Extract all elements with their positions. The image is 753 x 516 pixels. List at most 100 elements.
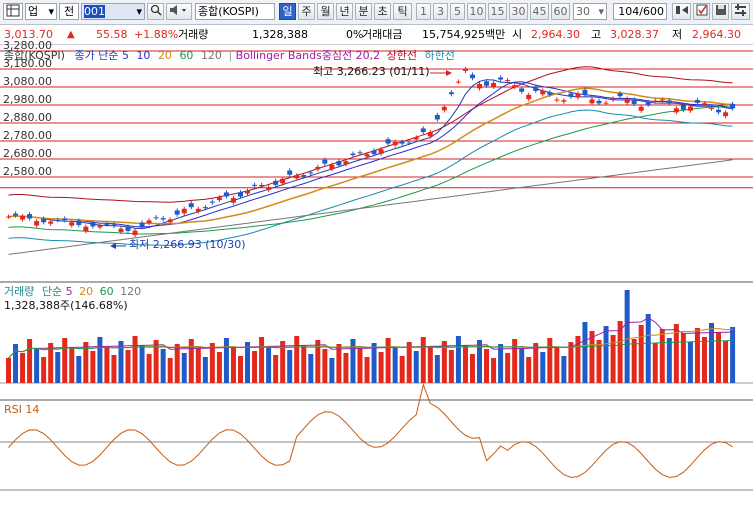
volume-bar [41,357,47,383]
volume-bar [406,342,412,383]
candle-body [266,187,272,190]
interval-10[interactable]: 10 [467,3,486,20]
search-button[interactable] [147,3,164,20]
candle-body [20,216,26,220]
candle-body [371,150,377,155]
period-day[interactable]: 일 [279,3,296,20]
code-input[interactable]: 001 ▾ [81,3,145,20]
interval-1[interactable]: 1 [416,3,431,20]
candle-body [582,89,588,95]
volume-bar [90,351,96,383]
candle-body [34,221,40,226]
volume-bar [701,337,707,383]
volume-bar [62,338,68,383]
volume-bar [498,344,504,383]
interval-5[interactable]: 5 [450,3,465,20]
period-month[interactable]: 월 [317,3,334,20]
interval-3[interactable]: 3 [433,3,448,20]
candle-body [427,132,433,137]
price-tick-label: 2,680.00 [3,147,52,160]
interval-15-label: 15 [490,5,505,18]
candle-body [455,81,461,83]
candle-body [181,208,187,214]
up-arrow-icon: ▲ [67,29,75,40]
volume-bar [20,353,26,383]
bb-lower-line [8,109,733,246]
candle-body [259,185,265,187]
candle-body [230,198,236,203]
interval-30-label: 30 [511,5,526,18]
rsi-title: RSI 14 [4,403,40,416]
settings-button[interactable] [731,3,750,20]
candle-body [350,153,356,156]
expand-icon [675,6,688,14]
save-button[interactable] [712,3,729,20]
period-minute[interactable]: 분 [355,3,372,20]
volume-bar [336,344,342,383]
candle-body [610,98,616,100]
chart-canvas[interactable] [0,45,753,516]
period-year[interactable]: 년 [336,3,353,20]
checkbox-button[interactable] [693,3,710,20]
volume-bar [716,332,722,383]
interval-15[interactable]: 15 [488,3,507,20]
interval-60-label: 60 [553,5,568,18]
candle-body [160,218,166,220]
period-second[interactable]: 초 [374,3,391,20]
candle-body [392,141,398,146]
volume-bar [266,346,272,383]
volume-bar [427,346,433,383]
volume-bar [554,347,560,383]
candle-body [484,81,490,86]
interval-60[interactable]: 60 [551,3,570,20]
candle-body [631,99,637,104]
volume-bar [350,339,356,383]
prev-button[interactable]: 전 [59,3,79,20]
volume-bar [455,336,461,383]
volume-bar [652,343,658,383]
grid-icon[interactable] [3,3,23,20]
candle-body [519,88,525,92]
index-name: 종합(KOSPI) [198,5,259,18]
candle-body [441,106,447,111]
candle-body [294,175,300,179]
candle-body [245,190,251,194]
candle-body [694,99,700,103]
index-name-field[interactable]: 종합(KOSPI) [195,3,275,20]
candle-body [561,100,567,102]
volume-bar [730,327,736,383]
candle-body [83,226,89,232]
ma-20: 20 [157,49,172,62]
open-label: 시 [512,28,523,41]
volume-bar [371,343,377,383]
speaker-button[interactable] [166,3,192,20]
volume-bar [308,354,314,383]
interval-45[interactable]: 45 [530,3,549,20]
candle-body [188,203,194,208]
candle-body [118,228,124,232]
volume-title: 거래량 [4,285,35,298]
interval-30[interactable]: 30 [509,3,528,20]
volume-bar [202,357,208,383]
candle-body [652,100,658,102]
page-count-field[interactable]: 104/600 [613,3,667,20]
interval-select[interactable]: 30 ▾ [573,3,607,20]
volume-bar [512,339,518,383]
candle-body [132,230,138,236]
volume-bar [364,357,370,383]
candle-body [357,152,363,154]
volume-bar [209,343,215,383]
period-tick[interactable]: 틱 [393,3,412,20]
candle-body [216,197,222,201]
candle-body [596,100,602,104]
volume-bar [392,347,398,383]
market-select[interactable]: 업 ▾ [25,3,57,20]
period-week[interactable]: 주 [298,3,315,20]
expand-button[interactable] [672,3,691,20]
volume-ma-60-line [8,339,733,359]
candle-body [701,103,707,105]
candle-body [90,222,96,227]
volume-bar [434,355,440,383]
volume-bar [125,350,131,383]
candle-body [111,224,117,226]
